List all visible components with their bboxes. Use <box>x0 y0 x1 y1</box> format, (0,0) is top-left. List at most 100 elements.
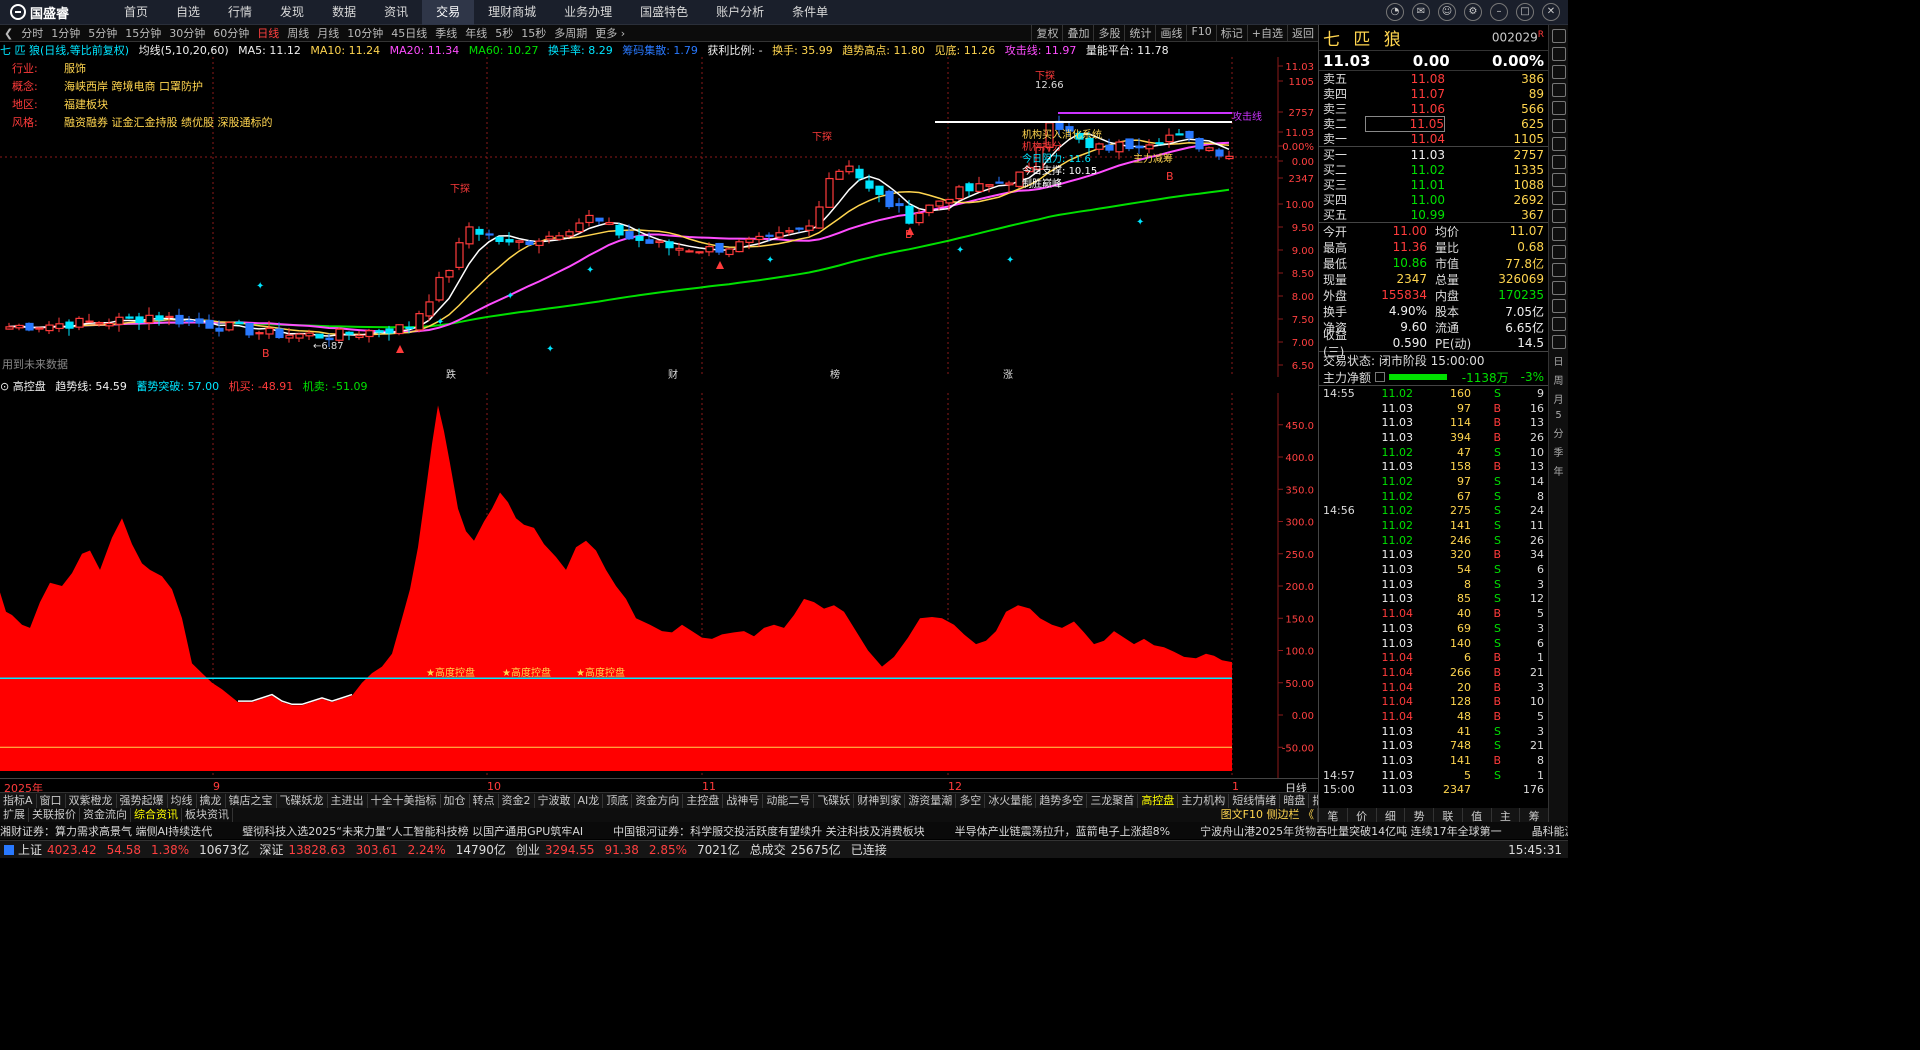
info-tab-1[interactable]: 关联报价 <box>29 808 80 822</box>
side-tool-icon-11[interactable] <box>1551 227 1566 241</box>
indicator-tab-28[interactable]: 主力机构 <box>1178 793 1230 808</box>
menu-item-3[interactable]: 发现 <box>266 0 318 25</box>
stock-title[interactable]: 七 匹 狼(日线,等比前复权) <box>0 44 129 57</box>
period-9[interactable]: 10分钟 <box>343 25 387 41</box>
sz-index-label[interactable]: 深证 <box>259 841 283 858</box>
info-tab-3[interactable]: 综合资讯 <box>131 808 182 822</box>
indicator-tab-14[interactable]: AI龙 <box>575 793 604 808</box>
menu-item-6[interactable]: 交易 <box>422 0 475 25</box>
indicator-tab-3[interactable]: 强势起爆 <box>117 793 168 808</box>
indicator-tab-9[interactable]: 十全十美指标 <box>368 793 441 808</box>
period-11[interactable]: 季线 <box>431 25 461 41</box>
indicator-tab-1[interactable]: 窗口 <box>37 793 66 808</box>
side-period-0[interactable]: 日 <box>1554 353 1564 368</box>
indicator-tab-20[interactable]: 飞碟妖 <box>814 793 855 808</box>
period-6[interactable]: 日线 <box>253 25 283 41</box>
period-4[interactable]: 30分钟 <box>165 25 209 41</box>
indicator-tab-27[interactable]: 高控盘 <box>1138 793 1179 808</box>
quote-tab-6[interactable]: 主 <box>1492 808 1521 823</box>
side-tool-icon-16[interactable] <box>1551 317 1566 331</box>
indicator-tab-17[interactable]: 主控盘 <box>683 793 724 808</box>
indicator-tab-30[interactable]: 暗盘 <box>1280 793 1310 808</box>
info-tab-4[interactable]: 板块资讯 <box>182 808 233 822</box>
indicator-tab-12[interactable]: 资金2 <box>499 793 535 808</box>
period-14[interactable]: 15秒 <box>517 25 550 41</box>
user-icon[interactable]: ☺ <box>1438 3 1456 21</box>
back-icon[interactable]: ❮ <box>0 27 17 40</box>
tool-6[interactable]: 标记 <box>1215 25 1247 41</box>
ask-row-0[interactable]: 卖五 11.08 386 <box>1319 71 1548 87</box>
news-item-5[interactable]: 晶科能源入选2025“未来力量” <box>1532 823 1568 839</box>
side-tool-icon-1[interactable] <box>1551 47 1566 61</box>
indicator-tab-10[interactable]: 加仓 <box>441 793 470 808</box>
period-13[interactable]: 5秒 <box>491 25 517 41</box>
indicator-tab-0[interactable]: 指标A <box>0 793 37 808</box>
maximize-icon[interactable]: □ <box>1516 3 1534 21</box>
indicator-tab-2[interactable]: 双紫橙龙 <box>66 793 117 808</box>
news-ticker[interactable]: 湘财证券：算力需求高景气 端侧AI持续迭代 璧彻科技入选2025“未来力量”人工智… <box>0 822 1568 839</box>
ma-label[interactable]: 均线(5,10,20,60) <box>139 44 229 57</box>
bid-row-1[interactable]: 买二 11.02 1335 <box>1319 162 1548 178</box>
indicator-tab-23[interactable]: 多空 <box>956 793 986 808</box>
quote-tab-7[interactable]: 筹 <box>1520 808 1549 823</box>
side-tool-icon-5[interactable] <box>1551 119 1566 133</box>
bid-row-3[interactable]: 买四 11.00 2692 <box>1319 192 1548 208</box>
menu-item-8[interactable]: 业务办理 <box>550 0 626 25</box>
indicator-tab-29[interactable]: 短线情绪 <box>1229 793 1281 808</box>
quote-tab-3[interactable]: 势 <box>1405 808 1434 823</box>
indicator-tab-4[interactable]: 均线 <box>168 793 197 808</box>
news-item-0[interactable]: 湘财证券：算力需求高景气 端侧AI持续迭代 <box>0 823 212 839</box>
menu-item-2[interactable]: 行情 <box>214 0 266 25</box>
side-tool-icon-10[interactable] <box>1551 209 1566 223</box>
message-icon[interactable]: ✉ <box>1412 3 1430 21</box>
indicator-tab-26[interactable]: 三龙聚首 <box>1087 793 1139 808</box>
menu-item-1[interactable]: 自选 <box>162 0 214 25</box>
tool-0[interactable]: 复权 <box>1031 25 1062 41</box>
side-tool-icon-2[interactable] <box>1551 65 1566 79</box>
side-tool-icon-14[interactable] <box>1551 281 1566 295</box>
indicator-tab-15[interactable]: 顶底 <box>603 793 633 808</box>
side-tool-icon-3[interactable] <box>1551 83 1566 97</box>
news-item-2[interactable]: 中国银河证券：科学服交投活跃度有望续升 关注科技及消费板块 <box>613 823 925 839</box>
indicator-tab-19[interactable]: 动能二号 <box>763 793 815 808</box>
menu-item-11[interactable]: 条件单 <box>778 0 842 25</box>
news-item-4[interactable]: 宁波舟山港2025年货物吞吐量突破14亿吨 连续17年全球第一 <box>1200 823 1501 839</box>
side-period-3[interactable]: 5 <box>1555 410 1561 421</box>
indicator-tab-24[interactable]: 冰火量能 <box>985 793 1037 808</box>
minimize-icon[interactable]: – <box>1490 3 1508 21</box>
period-5[interactable]: 60分钟 <box>209 25 253 41</box>
side-tool-icon-8[interactable] <box>1551 173 1566 187</box>
period-12[interactable]: 年线 <box>461 25 491 41</box>
ask-row-1[interactable]: 卖四 11.07 89 <box>1319 86 1548 102</box>
settings-icon[interactable]: ⚙ <box>1464 3 1482 21</box>
side-tool-icon-13[interactable] <box>1551 263 1566 277</box>
indicator-tab-6[interactable]: 镇店之宝 <box>226 793 277 808</box>
indicator-tab-16[interactable]: 资金方向 <box>632 793 684 808</box>
quote-tab-2[interactable]: 细 <box>1377 808 1406 823</box>
expand-icon[interactable] <box>1375 372 1386 382</box>
menu-item-4[interactable]: 数据 <box>318 0 370 25</box>
period-2[interactable]: 5分钟 <box>84 25 121 41</box>
indicator-tab-22[interactable]: 游资量潮 <box>905 793 957 808</box>
info-tab-2[interactable]: 资金流向 <box>80 808 131 822</box>
bid-row-2[interactable]: 买三 11.01 1088 <box>1319 177 1548 193</box>
side-period-4[interactable]: 分 <box>1554 425 1564 440</box>
menu-item-9[interactable]: 国盛特色 <box>626 0 702 25</box>
side-tool-icon-4[interactable] <box>1551 101 1566 115</box>
tool-2[interactable]: 多股 <box>1093 25 1124 41</box>
quote-tab-5[interactable]: 值 <box>1463 808 1492 823</box>
tool-5[interactable]: F10 <box>1186 25 1215 41</box>
tool-7[interactable]: +自选 <box>1246 25 1287 41</box>
side-period-1[interactable]: 周 <box>1554 372 1564 387</box>
menu-item-10[interactable]: 账户分析 <box>702 0 778 25</box>
menu-item-7[interactable]: 理财商城 <box>474 0 550 25</box>
indicator-tab-5[interactable]: 擒龙 <box>197 793 226 808</box>
close-icon[interactable]: ✕ <box>1542 3 1560 21</box>
ask-row-3[interactable]: 卖二 11.05 625 <box>1319 115 1548 132</box>
sh-index-label[interactable]: 上证 <box>18 841 42 858</box>
menu-item-0[interactable]: 首页 <box>110 0 162 25</box>
period-8[interactable]: 月线 <box>313 25 343 41</box>
news-item-3[interactable]: 半导体产业链震荡拉升，蓝箭电子上涨超8% <box>955 823 1170 839</box>
sub-name[interactable]: ⊙ 高控盘 <box>0 380 46 393</box>
tool-1[interactable]: 叠加 <box>1062 25 1093 41</box>
